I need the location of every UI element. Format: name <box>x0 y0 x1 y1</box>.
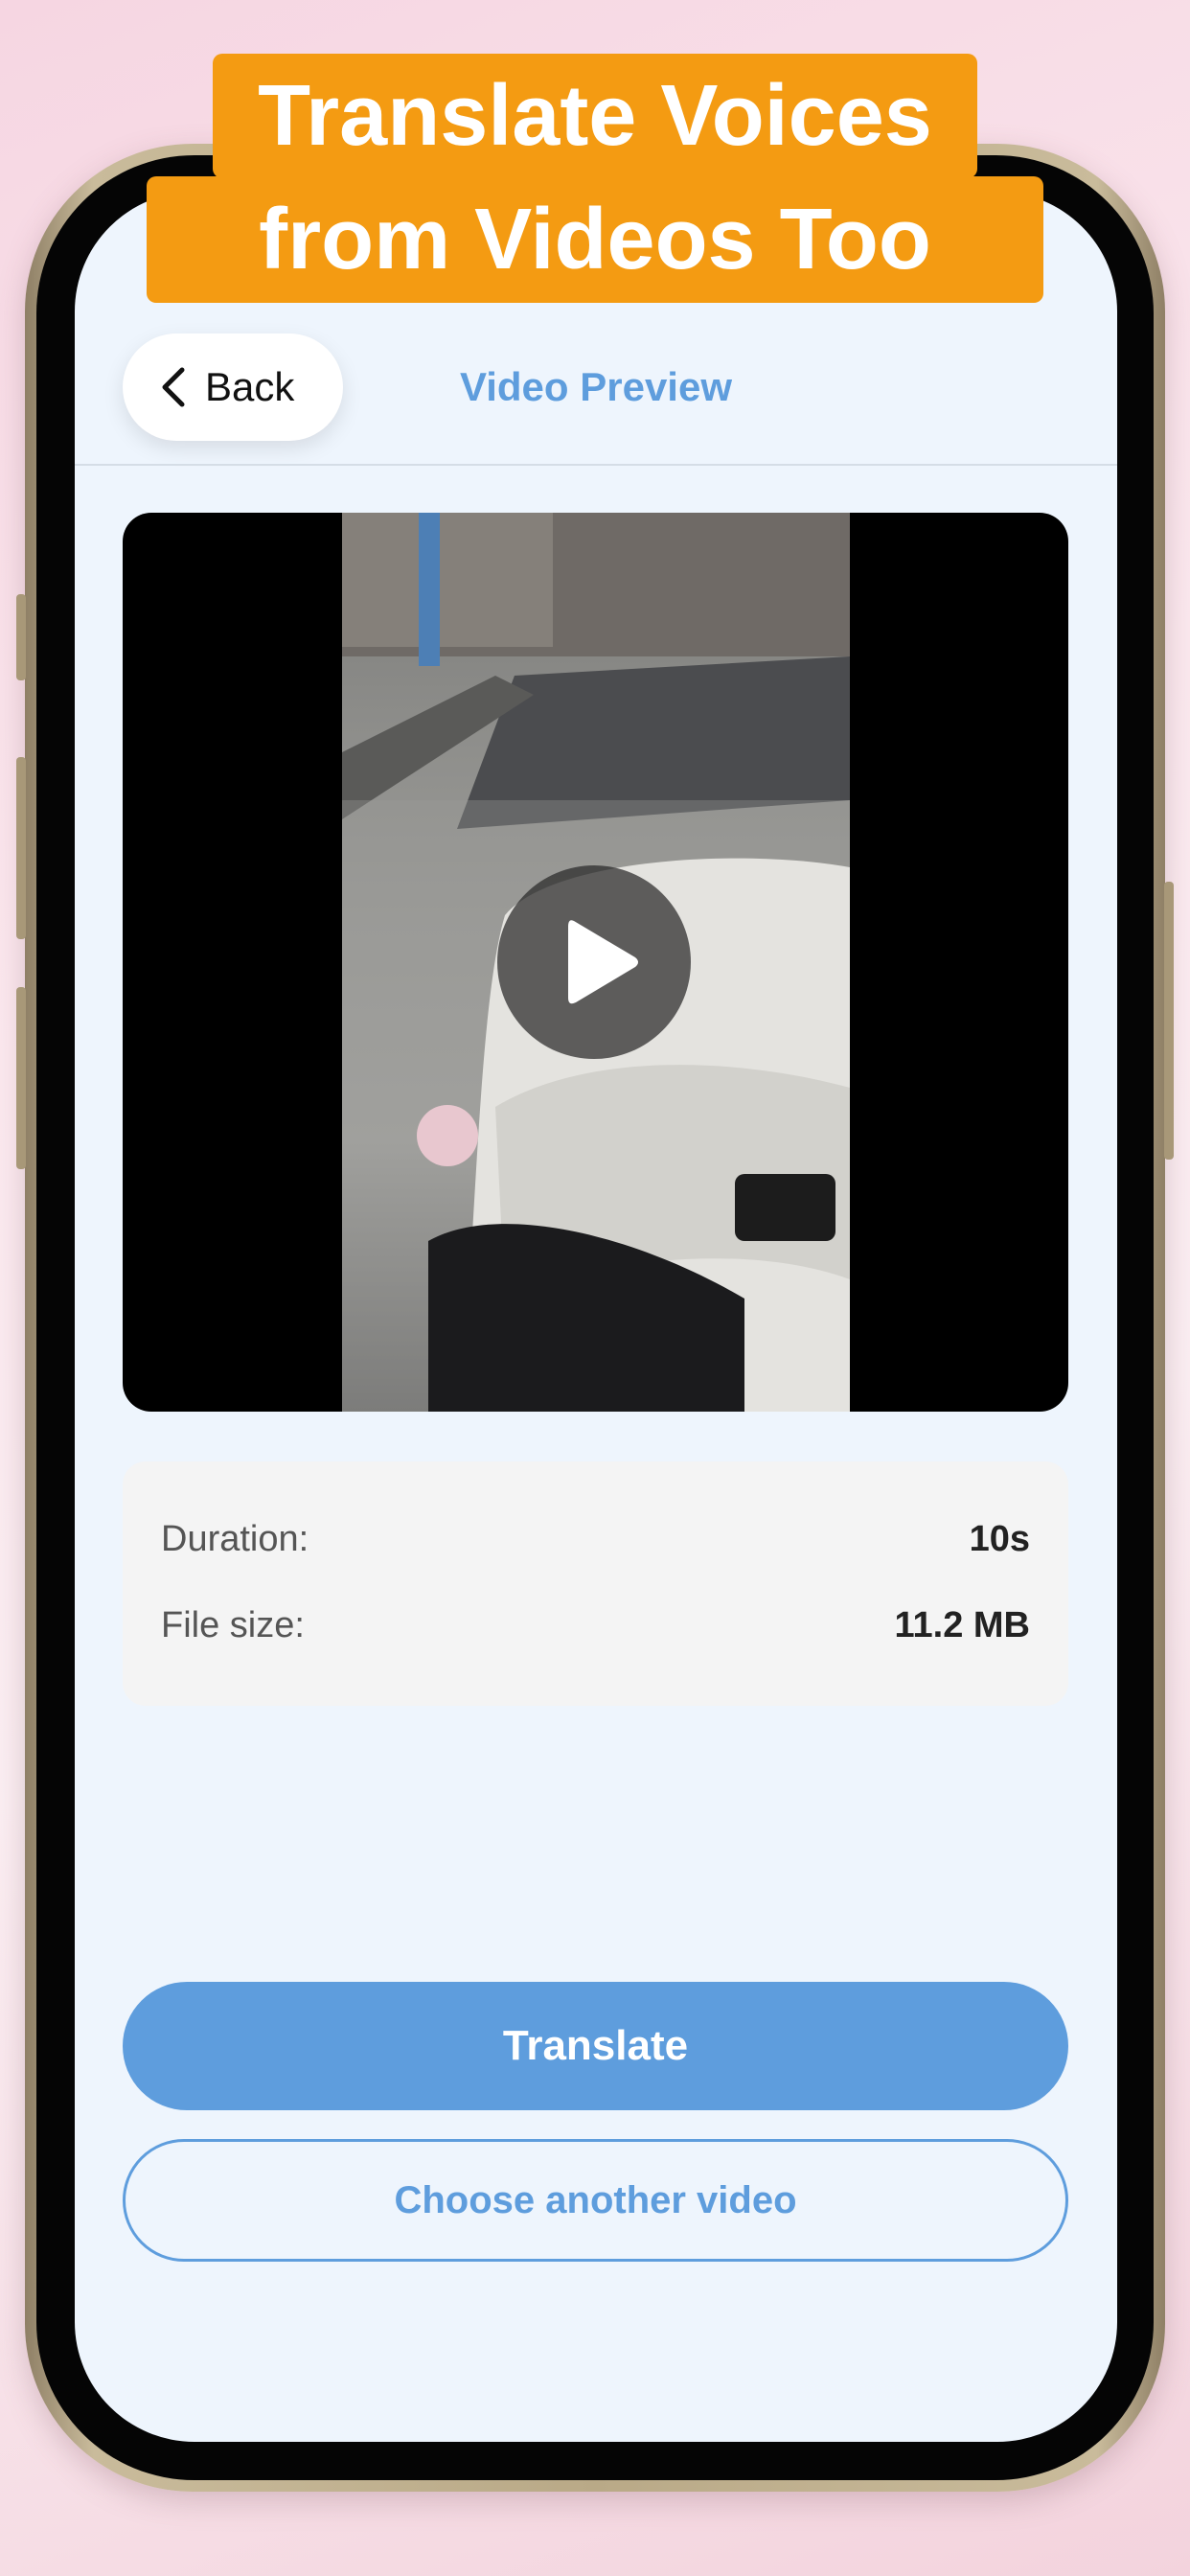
duration-label: Duration: <box>161 1519 309 1559</box>
video-info-card: Duration: 10s File size: 11.2 MB <box>123 1461 1068 1706</box>
duration-value: 10s <box>969 1519 1030 1559</box>
app-screen: Back Video Preview Duration: 10s File si… <box>75 192 1117 2442</box>
promo-banner-line-1: Translate Voices <box>213 54 977 178</box>
nav-divider <box>75 464 1117 466</box>
play-icon <box>568 920 638 1004</box>
filesize-value: 11.2 MB <box>894 1605 1030 1645</box>
choose-another-video-button[interactable]: Choose another video <box>123 2139 1068 2262</box>
filesize-label: File size: <box>161 1605 305 1645</box>
page-title: Video Preview <box>459 364 733 409</box>
phone-volume-down <box>16 987 26 1169</box>
phone-power-button <box>1164 882 1174 1160</box>
phone-side-button <box>16 594 26 680</box>
translate-button[interactable]: Translate <box>123 1982 1068 2110</box>
promo-banner-line-2: from Videos Too <box>147 176 1043 303</box>
phone-volume-up <box>16 757 26 939</box>
video-preview[interactable] <box>123 513 1068 1412</box>
play-button[interactable] <box>497 865 691 1059</box>
